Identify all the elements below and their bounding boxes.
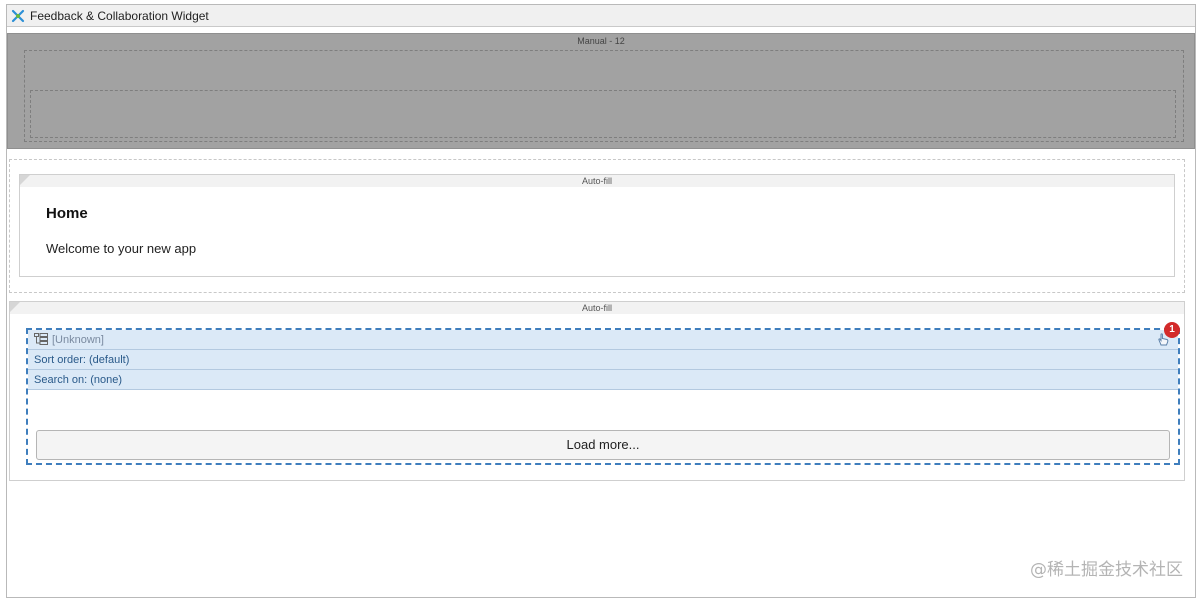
header-container[interactable]: Manual - 12 [7,33,1195,149]
data-source-icon [34,332,48,345]
resize-corner [20,175,30,185]
gallery-control[interactable]: [Unknown] 1 Sort order: (default) Search… [26,322,1180,465]
gallery-section[interactable]: Auto-fill [Unknown] 1 Sort order: (defau… [9,301,1185,481]
widget-title-bar: Feedback & Collaboration Widget [7,5,1195,27]
app-logo-icon [11,9,25,23]
resize-corner [10,302,20,312]
sort-order-row[interactable]: Sort order: (default) [28,350,1178,370]
gallery-data-source-row[interactable]: [Unknown] 1 [28,322,1180,350]
page-title[interactable]: Home [46,205,88,222]
widget-title: Feedback & Collaboration Widget [30,8,209,23]
load-more-button[interactable]: Load more... [36,430,1170,460]
header-caption: Manual - 12 [577,36,625,46]
watermark: @稀土掘金技术社区 [1030,560,1183,580]
welcome-text[interactable]: Welcome to your new app [46,241,196,256]
home-section[interactable]: Auto-fill Home Welcome to your new app [19,174,1175,277]
gallery-section-caption: Auto-fill [10,302,1184,314]
search-on-row[interactable]: Search on: (none) [28,370,1178,390]
home-section-caption: Auto-fill [20,175,1174,187]
data-source-label: [Unknown] [52,334,104,346]
notification-badge[interactable]: 1 [1164,322,1180,338]
header-inner-placeholder[interactable] [30,90,1176,138]
